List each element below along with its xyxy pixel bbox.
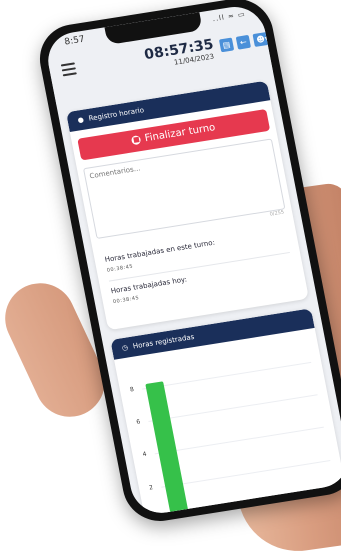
user-menu-button[interactable]: ☻▾ [252,31,273,47]
user-icon: ● [77,115,85,125]
user-dropdown-icon: ☻▾ [255,33,270,45]
status-time: 8:57 [63,34,86,48]
stop-icon: ■ [131,134,142,145]
clock-icon: ◷ [121,343,129,353]
hours-chart: 8 6 4 2 [115,334,341,518]
registro-card: ●Registro horario ■Finalizar turno 0/255… [65,80,309,331]
y-tick-label: 2 [148,483,154,492]
phone-wrap: 8:57 ..ll ≈ ▭ 08:57:35 11/04/2023 ▤ ← ☻▾… [0,0,341,547]
y-tick-label: 6 [135,418,141,426]
status-icons: ..ll ≈ ▭ [211,10,247,24]
gridline [148,394,318,423]
turno-value: 00:38:45 [106,263,134,274]
turno-label: Horas trabajadas en este turno: [104,238,216,264]
y-tick-label: 4 [142,451,148,459]
user-card-button[interactable]: ▤ [218,37,235,53]
user-card-icon: ▤ [221,39,232,50]
phone: 8:57 ..ll ≈ ▭ 08:57:35 11/04/2023 ▤ ← ☻▾… [33,0,341,527]
y-tick-label: 8 [129,385,135,394]
horas-card: ◷ Horas registradas 8 6 4 2 [110,308,341,518]
screen: 8:57 ..ll ≈ ▭ 08:57:35 11/04/2023 ▤ ← ☻▾… [43,2,341,518]
horas-title: Horas registradas [132,332,196,351]
menu-icon[interactable] [60,62,77,77]
clock: 08:57:35 11/04/2023 [143,37,215,71]
arrow-left-icon: ← [239,37,248,48]
gridline [154,426,324,455]
hoy-value: 00:38:45 [112,295,140,306]
back-button[interactable]: ← [235,34,252,50]
gridline [142,361,312,390]
registro-title: Registro horario [87,106,145,123]
finalizar-label: Finalizar turno [143,122,217,145]
gridline [161,459,331,488]
char-counter: 0/255 [269,209,285,218]
